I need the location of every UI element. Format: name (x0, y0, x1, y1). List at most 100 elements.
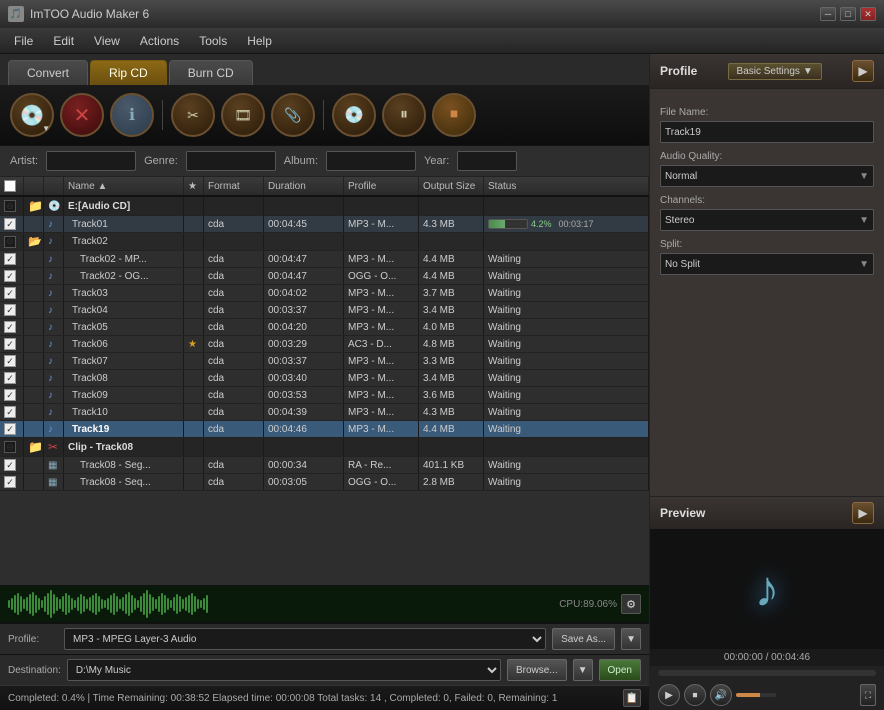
delete-button[interactable]: ✕ (60, 93, 104, 137)
menu-edit[interactable]: Edit (43, 31, 84, 51)
table-row[interactable]: ⊖ 📁 💿 E:[Audio CD] (0, 197, 649, 216)
row-status: 4.2% 00:03:17 (484, 216, 649, 232)
col-size: Output Size (419, 177, 484, 195)
year-input[interactable] (457, 151, 517, 171)
profile-settings-title: Profile (660, 64, 697, 78)
split-select[interactable]: No Split ▼ (660, 253, 874, 275)
channels-arrow: ▼ (859, 215, 869, 226)
row-star (184, 197, 204, 215)
row-folder-icon: 📂 (24, 233, 44, 250)
table-row[interactable]: ♪ Track02 - OG... cda 00:04:47 OGG - O..… (0, 268, 649, 285)
prev-stop-button[interactable]: ⏹ (684, 684, 706, 706)
preview-progress-bar[interactable] (658, 670, 876, 676)
row-folder-icon: 📁 (24, 197, 44, 215)
album-label: Album: (284, 155, 318, 167)
row-checkbox[interactable]: ⊖ (0, 233, 24, 250)
volume-icon[interactable]: 🔊 (710, 684, 732, 706)
col-format: Format (204, 177, 264, 195)
menu-file[interactable]: File (4, 31, 43, 51)
cut-button[interactable]: ✂ (171, 93, 215, 137)
basic-settings-button[interactable]: Basic Settings ▼ (728, 63, 822, 80)
status-text: Completed: 0.4% | Time Remaining: 00:38:… (8, 693, 557, 704)
audio-quality-select[interactable]: Normal ▼ (660, 165, 874, 187)
titlebar: 🎵 ImTOO Audio Maker 6 ─ □ ✕ (0, 0, 884, 28)
meta-row: Artist: Genre: Album: Year: (0, 146, 649, 177)
table-row[interactable]: ▦ Track08 - Seq... cda 00:03:05 OGG - O.… (0, 474, 649, 491)
browse-arrow[interactable]: ▼ (573, 659, 593, 681)
play-button[interactable]: ▶ (658, 684, 680, 706)
preview-time: 00:00:00 / 00:04:46 (650, 649, 884, 666)
cd-button[interactable]: 💿 ▼ (10, 93, 54, 137)
table-row[interactable]: ♪ Track03 cda 00:04:02 MP3 - M... 3.7 MB… (0, 285, 649, 302)
album-input[interactable] (326, 151, 416, 171)
toolbar: 💿 ▼ ✕ ℹ ✂ 🎞 📎 💿 ⏸ (0, 85, 649, 146)
open-button[interactable]: Open (599, 659, 641, 681)
settings-icon[interactable]: ⚙ (621, 594, 641, 614)
table-row[interactable]: ♪ Track09 cda 00:03:53 MP3 - M... 3.6 MB… (0, 387, 649, 404)
table-row[interactable]: ♪ Track05 cda 00:04:20 MP3 - M... 4.0 MB… (0, 319, 649, 336)
save-as-arrow[interactable]: ▼ (621, 628, 641, 650)
split-arrow: ▼ (859, 259, 869, 270)
table-row[interactable]: ♪ Track08 cda 00:03:40 MP3 - M... 3.4 MB… (0, 370, 649, 387)
row-size: 4.3 MB (419, 216, 484, 232)
table-row[interactable]: ♪ Track06 ★ cda 00:03:29 AC3 - D... 4.8 … (0, 336, 649, 353)
info-button[interactable]: ℹ (110, 93, 154, 137)
destination-select[interactable]: D:\My Music (67, 659, 501, 681)
table-row[interactable]: ♪ Track10 cda 00:04:39 MP3 - M... 4.3 MB… (0, 404, 649, 421)
close-button[interactable]: ✕ (860, 7, 876, 21)
browse-button[interactable]: Browse... (507, 659, 567, 681)
minimize-button[interactable]: ─ (820, 7, 836, 21)
preview-expand-button[interactable]: ▶ (852, 502, 874, 524)
table-row[interactable]: ♪ Track02 - MP... cda 00:04:47 MP3 - M..… (0, 251, 649, 268)
waveform-display (8, 590, 555, 618)
row-status (484, 197, 649, 215)
menu-help[interactable]: Help (237, 31, 282, 51)
maximize-button[interactable]: □ (840, 7, 856, 21)
col-status: Status (484, 177, 649, 195)
profile-settings-header: Profile Basic Settings ▼ ▶ (650, 54, 884, 89)
table-row[interactable]: ♪ Track19 cda 00:04:46 MP3 - M... 4.4 MB… (0, 421, 649, 438)
rip-button[interactable]: 💿 (332, 93, 376, 137)
row-checkbox[interactable]: ⊖ (0, 197, 24, 215)
table-row[interactable]: ⊖ 📁 ✂ Clip - Track08 (0, 438, 649, 457)
settings-label: Basic Settings (737, 66, 800, 77)
menu-actions[interactable]: Actions (130, 31, 189, 51)
table-row[interactable]: ♪ Track07 cda 00:03:37 MP3 - M... 3.3 MB… (0, 353, 649, 370)
tab-convert[interactable]: Convert (8, 60, 88, 85)
table-row[interactable]: ♪ Track04 cda 00:03:37 MP3 - M... 3.4 MB… (0, 302, 649, 319)
file-name-input[interactable] (660, 121, 874, 143)
channels-select[interactable]: Stereo ▼ (660, 209, 874, 231)
table-row[interactable]: ▦ Track08 - Seg... cda 00:00:34 RA - Re.… (0, 457, 649, 474)
channels-label: Channels: (660, 195, 874, 206)
left-panel: Convert Rip CD Burn CD 💿 ▼ ✕ ℹ ✂ 🎞 (0, 54, 649, 710)
save-as-button[interactable]: Save As... (552, 628, 615, 650)
film-button[interactable]: 🎞 (221, 93, 265, 137)
volume-slider[interactable] (736, 693, 776, 697)
clip-button[interactable]: 📎 (271, 93, 315, 137)
status-icon[interactable]: 📋 (623, 689, 641, 707)
profile-select[interactable]: MP3 - MPEG Layer-3 Audio (64, 628, 546, 650)
menubar: File Edit View Actions Tools Help (0, 28, 884, 54)
tab-rip-cd[interactable]: Rip CD (90, 60, 167, 85)
toolbar-separator-2 (323, 100, 324, 130)
preview-buttons: ▶ ⏹ 🔊 ⛶ (650, 680, 884, 710)
profile-fields: File Name: Audio Quality: Normal ▼ Chann… (650, 89, 884, 496)
genre-input[interactable] (186, 151, 276, 171)
header-checkbox[interactable] (4, 180, 16, 192)
destination-row: Destination: D:\My Music Browse... ▼ Ope… (0, 654, 649, 685)
file-name-label: File Name: (660, 107, 874, 118)
col-name[interactable]: Name ▲ (64, 177, 184, 195)
artist-input[interactable] (46, 151, 136, 171)
stop-button[interactable]: ⏹ (432, 93, 476, 137)
menu-tools[interactable]: Tools (189, 31, 237, 51)
right-panel: Profile Basic Settings ▼ ▶ File Name: Au… (649, 54, 884, 710)
tab-burn-cd[interactable]: Burn CD (169, 60, 253, 85)
menu-view[interactable]: View (84, 31, 130, 51)
row-checkbox[interactable] (0, 216, 24, 232)
table-row[interactable]: ⊖ 📂 ♪ Track02 (0, 233, 649, 251)
row-type-icon: ♪ (44, 233, 64, 250)
table-row[interactable]: ♪ Track01 cda 00:04:45 MP3 - M... 4.3 MB… (0, 216, 649, 233)
expand-button[interactable]: ▶ (852, 60, 874, 82)
fullscreen-button[interactable]: ⛶ (860, 684, 876, 706)
pause-button[interactable]: ⏸ (382, 93, 426, 137)
